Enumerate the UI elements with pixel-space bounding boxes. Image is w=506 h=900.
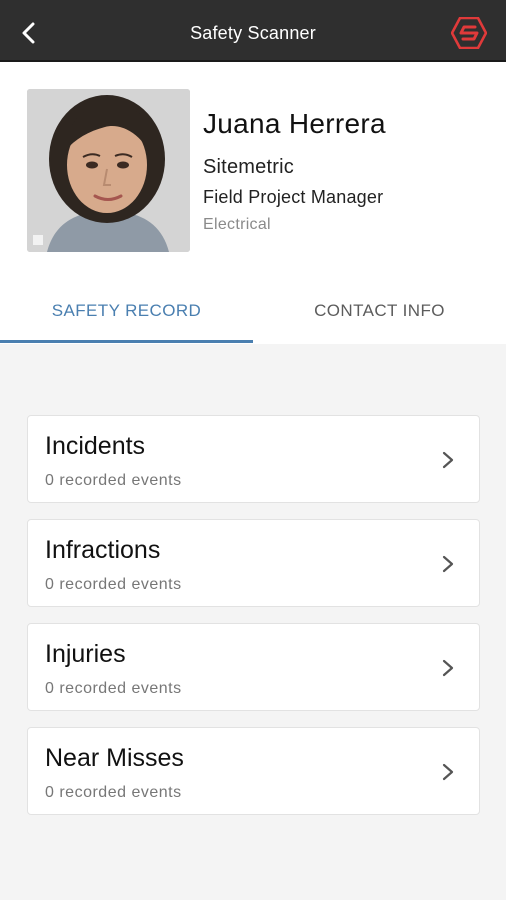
record-card-injuries[interactable]: Injuries 0 recorded events [27, 623, 480, 711]
tab-bar: SAFETY RECORD CONTACT INFO [0, 278, 506, 344]
trade-label: Electrical [203, 216, 271, 233]
chevron-right-icon [442, 659, 454, 677]
person-name: Juana Herrera [203, 108, 386, 139]
tab-contact-info[interactable]: CONTACT INFO [253, 278, 506, 344]
record-title: Infractions [45, 536, 161, 564]
chevron-right-icon [442, 763, 454, 781]
job-title: Field Project Manager [203, 187, 384, 207]
active-tab-indicator [0, 340, 253, 343]
record-title: Incidents [45, 432, 146, 460]
company-name: Sitemetric [203, 156, 294, 178]
chevron-right-icon [442, 555, 454, 573]
record-card-near-misses[interactable]: Near Misses 0 recorded events [27, 727, 480, 815]
record-title: Injuries [45, 640, 126, 668]
tab-safety-record[interactable]: SAFETY RECORD [0, 278, 253, 344]
screen-title: Safety Scanner [190, 23, 316, 43]
record-count: 0 recorded events [45, 680, 182, 697]
top-app-bar: Safety Scanner [0, 0, 506, 62]
record-count: 0 recorded events [45, 472, 182, 489]
record-count: 0 recorded events [45, 784, 182, 801]
record-title: Near Misses [45, 744, 184, 772]
record-card-incidents[interactable]: Incidents 0 recorded events [27, 415, 480, 503]
hexagon-s-logo[interactable] [451, 17, 487, 49]
chevron-right-icon [442, 451, 454, 469]
record-card-infractions[interactable]: Infractions 0 recorded events [27, 519, 480, 607]
record-count: 0 recorded events [45, 576, 182, 593]
avatar [27, 89, 190, 252]
profile-header: Juana Herrera Sitemetric Field Project M… [0, 62, 506, 278]
